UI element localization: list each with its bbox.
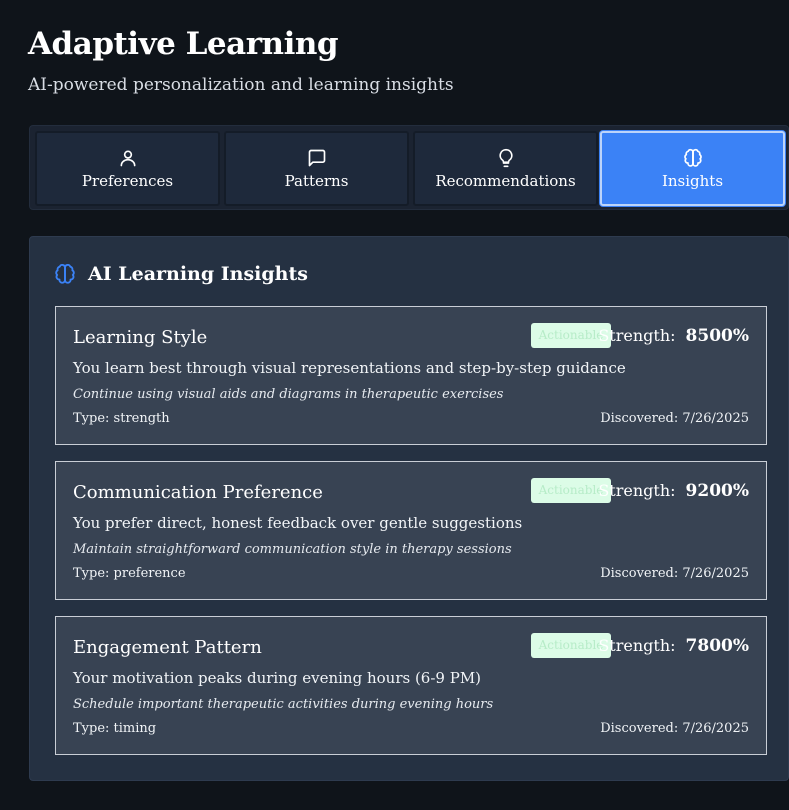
panel-title: AI Learning Insights: [88, 263, 308, 285]
strength-readout: Strength: 9200%: [598, 481, 749, 501]
page-subtitle: AI-powered personalization and learning …: [28, 75, 454, 95]
insight-type: Type: timing: [73, 721, 157, 736]
tab-label: Preferences: [81, 171, 174, 190]
page-title: Adaptive Learning: [28, 26, 339, 62]
brain-icon: [55, 264, 75, 284]
insight-action: Schedule important therapeutic activitie…: [73, 697, 494, 712]
strength-label: Strength:: [598, 636, 676, 655]
strength-value: 8500%: [685, 326, 749, 346]
tab-label: Recommendations: [435, 171, 576, 190]
insight-description: You learn best through visual representa…: [73, 359, 626, 377]
tab-recommendations[interactable]: Recommendations: [413, 131, 598, 206]
tab-patterns[interactable]: Patterns: [224, 131, 409, 206]
lightbulb-icon: [498, 148, 513, 167]
tab-bar: Preferences Patterns Recommendations Ins…: [29, 125, 789, 210]
strength-value: 7800%: [685, 636, 749, 656]
insight-type: Type: preference: [73, 566, 186, 581]
insight-discovered-date: Discovered: 7/26/2025: [600, 721, 749, 736]
insight-title: Learning Style: [73, 327, 208, 348]
adaptive-learning-page: Adaptive Learning AI-powered personaliza…: [0, 0, 789, 810]
tab-label: Patterns: [284, 171, 349, 190]
insight-title: Engagement Pattern: [73, 637, 262, 658]
strength-readout: Strength: 8500%: [598, 326, 749, 346]
tab-preferences[interactable]: Preferences: [35, 131, 220, 206]
insight-discovered-date: Discovered: 7/26/2025: [600, 411, 749, 426]
tab-label: Insights: [661, 171, 724, 190]
insight-card: Engagement Pattern Actionable Strength: …: [55, 616, 767, 755]
insight-description: You prefer direct, honest feedback over …: [73, 514, 523, 532]
insight-title: Communication Preference: [73, 482, 323, 503]
insight-action: Maintain straightforward communication s…: [73, 542, 512, 557]
insights-panel: AI Learning Insights Learning Style Acti…: [29, 236, 789, 781]
tab-insights[interactable]: Insights: [600, 131, 785, 206]
strength-label: Strength:: [598, 326, 676, 345]
insight-type: Type: strength: [73, 411, 170, 426]
strength-label: Strength:: [598, 481, 676, 500]
insight-card: Learning Style Actionable Strength: 8500…: [55, 306, 767, 445]
panel-heading: AI Learning Insights: [54, 263, 308, 285]
strength-readout: Strength: 7800%: [598, 636, 749, 656]
user-icon: [120, 150, 135, 166]
brain-icon: [683, 148, 702, 167]
insight-action: Continue using visual aids and diagrams …: [73, 387, 504, 402]
insight-description: Your motivation peaks during evening hou…: [73, 669, 482, 687]
insight-discovered-date: Discovered: 7/26/2025: [600, 566, 749, 581]
message-square-icon: [308, 149, 325, 166]
strength-value: 9200%: [685, 481, 749, 501]
insight-card: Communication Preference Actionable Stre…: [55, 461, 767, 600]
